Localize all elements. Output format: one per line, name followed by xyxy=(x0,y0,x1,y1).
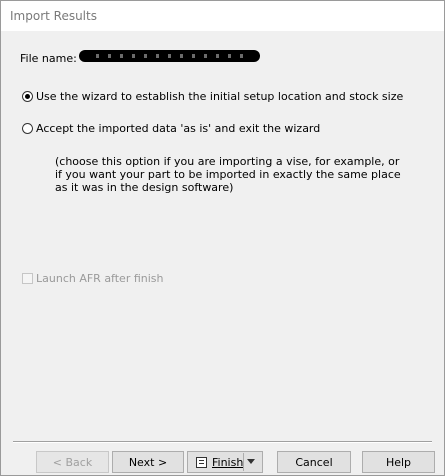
button-separator xyxy=(13,441,432,443)
launch-afr-checkbox[interactable] xyxy=(22,273,33,284)
launch-afr-label[interactable]: Launch AFR after finish xyxy=(36,272,164,285)
cancel-button[interactable]: Cancel xyxy=(277,451,351,473)
finish-button-label: Finish xyxy=(212,455,244,469)
wizard-option-label[interactable]: Use the wizard to establish the initial … xyxy=(36,90,403,103)
next-button[interactable]: Next > xyxy=(112,451,184,473)
import-results-dialog: Import Results File name: Use the wizard… xyxy=(0,0,445,476)
help-button[interactable]: Help xyxy=(362,451,435,473)
finish-list-icon xyxy=(196,456,207,468)
chevron-down-icon[interactable] xyxy=(247,459,255,464)
file-name-label: File name: xyxy=(20,52,77,65)
accept-as-is-radio[interactable] xyxy=(22,123,33,134)
redacted-file-path xyxy=(79,50,260,62)
back-button[interactable]: < Back xyxy=(36,451,109,473)
title-bar: Import Results xyxy=(1,1,444,31)
accept-option-label[interactable]: Accept the imported data 'as is' and exi… xyxy=(36,122,320,135)
note-line: if you want your part to be imported in … xyxy=(55,168,401,181)
wizard-radio[interactable] xyxy=(22,91,33,102)
finish-split-divider xyxy=(243,453,244,471)
note-line: as it was in the design software) xyxy=(55,181,234,194)
accept-option-note: (choose this option if you are importing… xyxy=(55,155,401,194)
window-title: Import Results xyxy=(10,9,97,23)
note-line: (choose this option if you are importing… xyxy=(55,155,400,168)
